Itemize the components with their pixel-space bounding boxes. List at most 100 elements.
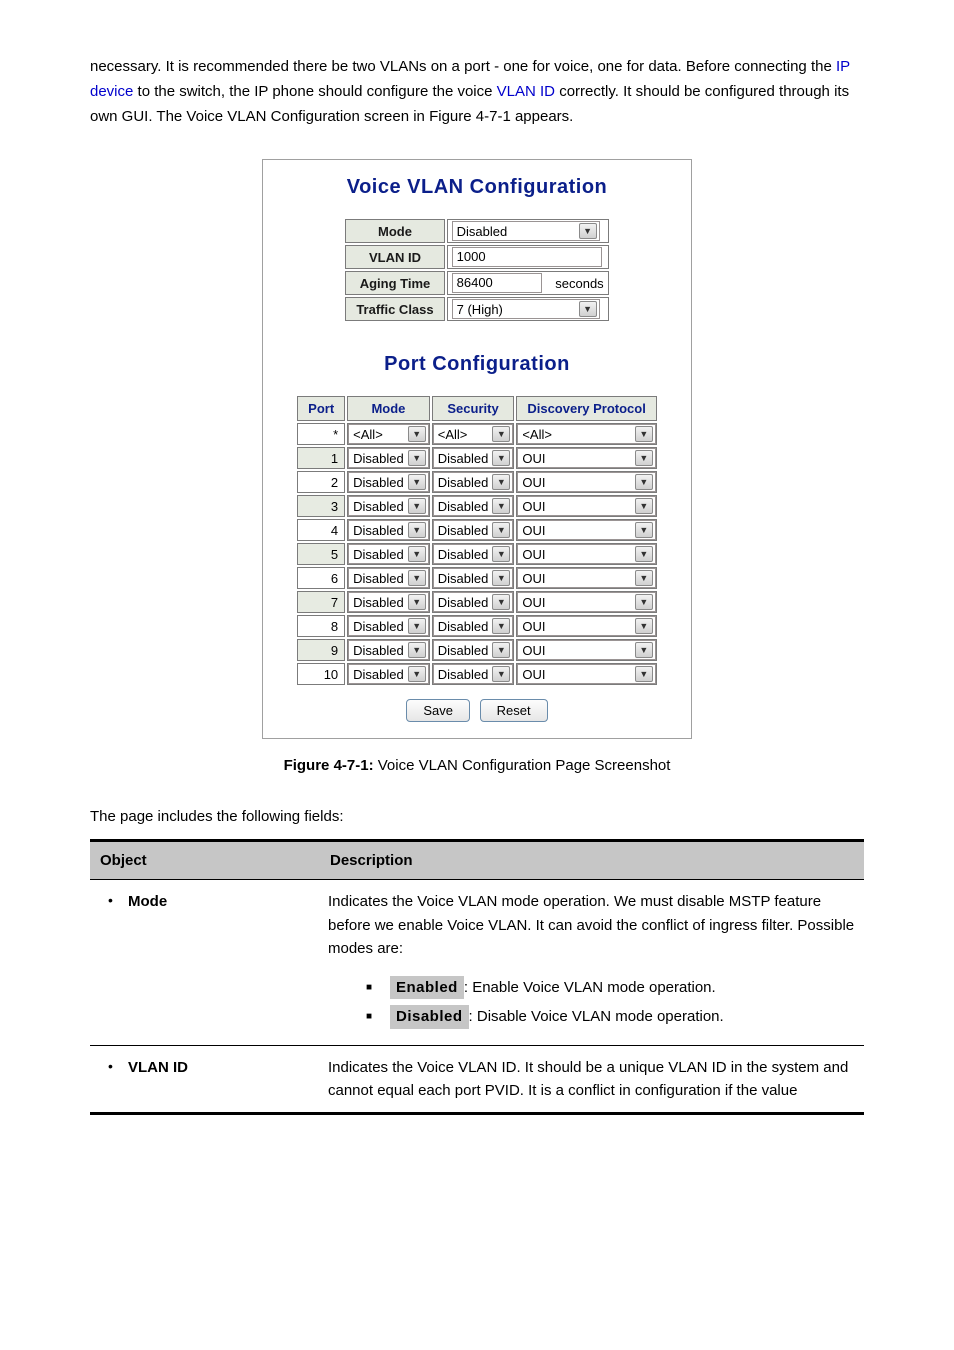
port-number: 1 — [297, 447, 345, 469]
dropdown-arrow-icon: ▼ — [635, 522, 653, 538]
port-discovery-select-value: OUI — [522, 451, 545, 466]
port-mode-select[interactable]: Disabled▼ — [348, 544, 429, 564]
port-discovery-select-value: OUI — [522, 619, 545, 634]
figure-caption-b: Voice VLAN Configuration Page Screenshot — [378, 757, 671, 774]
row1-desc: Indicates the Voice VLAN mode operation.… — [328, 893, 854, 957]
intro-paragraph: necessary. It is recommended there be tw… — [0, 0, 954, 129]
vlan-id-value: 1000 — [457, 249, 486, 264]
dropdown-arrow-icon: ▼ — [492, 618, 510, 634]
port-discovery-select-value: <All> — [522, 427, 552, 442]
vlan-id-input[interactable]: 1000 — [452, 247, 602, 267]
aging-time-input[interactable]: 86400 — [452, 273, 542, 293]
port-discovery-select[interactable]: OUI▼ — [517, 568, 656, 588]
traffic-class-value: 7 (High) — [457, 302, 503, 317]
square-bullet-icon: ■ — [366, 1009, 390, 1025]
port-discovery-select[interactable]: OUI▼ — [517, 448, 656, 468]
port-mode-select[interactable]: Disabled▼ — [348, 592, 429, 612]
port-mode-select[interactable]: Disabled▼ — [348, 448, 429, 468]
port-security-select[interactable]: Disabled▼ — [433, 496, 514, 516]
port-security-select[interactable]: Disabled▼ — [433, 544, 514, 564]
traffic-class-select[interactable]: 7 (High) ▼ — [452, 299, 600, 319]
port-discovery-select[interactable]: OUI ▼ — [517, 472, 656, 492]
port-security-select-value: Disabled — [438, 667, 489, 682]
port-discovery-select[interactable]: OUI▼ — [517, 496, 656, 516]
port-security-select[interactable]: Disabled▼ — [433, 616, 514, 636]
port-mode-select[interactable]: <All>▼ — [348, 424, 429, 444]
port-number: 7 — [297, 591, 345, 613]
dth-object: Object — [90, 841, 320, 880]
port-mode-select[interactable]: Disabled▼ — [348, 568, 429, 588]
port-security-select[interactable]: Disabled▼ — [433, 568, 514, 588]
dropdown-arrow-icon: ▼ — [635, 474, 653, 490]
port-security-select[interactable]: Disabled▼ — [433, 448, 514, 468]
port-number: 3 — [297, 495, 345, 517]
port-mode-select-value: Disabled — [353, 475, 404, 490]
port-config-title: Port Configuration — [273, 353, 681, 376]
port-discovery-select-value: OUI — [522, 547, 545, 562]
port-discovery-select-value: OUI — [522, 595, 545, 610]
port-discovery-select[interactable]: OUI▼ — [517, 616, 656, 636]
port-discovery-select[interactable]: OUI▼ — [517, 664, 656, 684]
port-mode-select[interactable]: Disabled▼ — [348, 520, 429, 540]
table-row: 8Disabled▼Disabled▼OUI▼ — [297, 615, 657, 637]
port-mode-select-value: Disabled — [353, 571, 404, 586]
row1-object: Mode — [128, 893, 167, 910]
table-row: 2Disabled▼Disabled▼OUI▼ — [297, 471, 657, 493]
port-discovery-select-value: OUI — [522, 667, 545, 682]
port-mode-select-value: Disabled — [353, 667, 404, 682]
th-security: Security — [432, 396, 515, 421]
chip-disabled-tail: : Disable Voice VLAN mode operation. — [469, 1005, 724, 1028]
port-mode-select-value: Disabled — [353, 499, 404, 514]
description-table: Object Description • Mode Indicates the — [90, 839, 864, 1115]
port-security-select-value: Disabled — [438, 523, 489, 538]
voice-vlan-title: Voice VLAN Configuration — [273, 176, 681, 199]
intro-link-vlanid: VLAN ID — [497, 83, 555, 100]
port-security-select[interactable]: Disabled▼ — [433, 520, 514, 540]
port-security-select[interactable]: Disabled▼ — [433, 640, 514, 660]
table-row: *<All>▼<All>▼<All>▼ — [297, 423, 657, 445]
port-security-select[interactable]: Disabled▼ — [433, 592, 514, 612]
reset-button[interactable]: Reset — [480, 699, 548, 722]
aging-time-value: 86400 — [457, 275, 493, 290]
port-security-select-value: <All> — [438, 427, 468, 442]
port-mode-select-value: Disabled — [353, 523, 404, 538]
port-mode-select-value: Disabled — [353, 595, 404, 610]
mode-select[interactable]: Disabled ▼ — [452, 221, 600, 241]
port-number: 8 — [297, 615, 345, 637]
dropdown-arrow-icon: ▼ — [408, 474, 426, 490]
port-discovery-select[interactable]: OUI▼ — [517, 544, 656, 564]
port-mode-select[interactable]: Disabled ▼ — [348, 472, 429, 492]
port-discovery-select[interactable]: OUI▼ — [517, 520, 656, 540]
port-mode-select[interactable]: Disabled▼ — [348, 640, 429, 660]
port-mode-select[interactable]: Disabled ▼ — [348, 496, 429, 516]
global-config-table: Mode Disabled ▼ VLAN ID 1000 — [343, 217, 610, 323]
port-mode-select-value: Disabled — [353, 619, 404, 634]
port-discovery-select[interactable]: <All> ▼ — [517, 424, 656, 444]
port-security-select[interactable]: Disabled▼ — [433, 472, 514, 492]
dropdown-arrow-icon: ▼ — [492, 450, 510, 466]
port-mode-select-value: Disabled — [353, 643, 404, 658]
dropdown-arrow-icon: ▼ — [492, 666, 510, 682]
port-number: 2 — [297, 471, 345, 493]
dropdown-arrow-icon: ▼ — [635, 570, 653, 586]
save-button[interactable]: Save — [406, 699, 470, 722]
port-security-select[interactable]: <All> ▼ — [433, 424, 514, 444]
dropdown-arrow-icon: ▼ — [635, 426, 653, 442]
port-security-select-value: Disabled — [438, 547, 489, 562]
port-security-select-value: Disabled — [438, 619, 489, 634]
port-mode-select[interactable]: Disabled▼ — [348, 664, 429, 684]
table-row: 9Disabled▼Disabled▼OUI▼ — [297, 639, 657, 661]
bullet-icon: • — [108, 1056, 128, 1079]
port-discovery-select-value: OUI — [522, 475, 545, 490]
row2-desc: Indicates the Voice VLAN ID. It should b… — [320, 1045, 864, 1114]
chip-enabled: Enabled — [390, 976, 464, 999]
dropdown-arrow-icon: ▼ — [408, 498, 426, 514]
traffic-class-label: Traffic Class — [345, 297, 444, 321]
port-number: 9 — [297, 639, 345, 661]
port-security-select[interactable]: Disabled▼ — [433, 664, 514, 684]
port-mode-select[interactable]: Disabled▼ — [348, 616, 429, 636]
port-discovery-select[interactable]: OUI▼ — [517, 592, 656, 612]
aging-time-label: Aging Time — [345, 271, 444, 295]
port-discovery-select[interactable]: OUI▼ — [517, 640, 656, 660]
dropdown-arrow-icon: ▼ — [492, 426, 510, 442]
